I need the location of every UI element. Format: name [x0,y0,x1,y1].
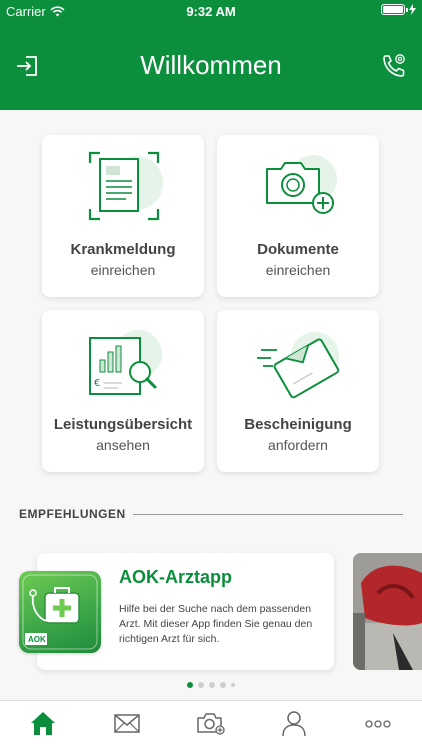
page-dot-active[interactable] [187,682,193,688]
tab-mail[interactable] [107,709,147,745]
page-dot[interactable] [209,682,215,688]
status-time: 9:32 AM [186,4,236,19]
card-subtitle: einreichen [90,262,156,278]
card-title: Bescheinigung [244,416,352,433]
certificate-request-icon [257,320,341,404]
more-icon [365,720,391,728]
contact-button[interactable] [380,52,408,80]
card-documents[interactable]: Dokumente einreichen [217,135,379,297]
tab-camera[interactable] [190,709,230,745]
tab-more[interactable] [358,709,398,745]
card-title: Krankmeldung [70,241,176,258]
mail-icon [114,714,140,733]
recommendation-card-next[interactable] [353,553,422,670]
status-bar: Carrier 9:32 AM [0,0,422,22]
phone-email-icon [383,54,405,77]
page-dot[interactable] [198,682,204,688]
card-certificate[interactable]: Bescheinigung anfordern [217,310,379,472]
recommendation-title: AOK-Arztapp [119,567,232,587]
tab-home[interactable] [23,709,63,745]
page-title: Willkommen [140,50,282,80]
svg-text:€: € [94,378,100,389]
charging-bolt-icon [409,4,416,15]
card-title: Leistungsübersicht [53,416,193,433]
report-search-icon: € [82,320,166,404]
card-subtitle: einreichen [265,262,331,278]
recommendation-description: Hilfe bei der Suche nach dem passenden A… [119,603,313,645]
recommendations-header: EMPFEHLUNGEN [19,507,403,523]
aok-logo-badge: AOK [28,635,46,644]
battery-indicator [381,4,416,15]
profile-icon [282,711,306,737]
home-icon [31,712,55,735]
camera-icon [197,713,225,735]
page-dot[interactable] [220,682,226,688]
app-header: Carrier 9:32 AM Willkommen [0,0,422,110]
card-benefits-overview[interactable]: € Leistungsübersicht ansehen [42,310,204,472]
tab-bar [0,700,422,750]
card-sick-note[interactable]: Krankmeldung einreichen [42,135,204,297]
battery-icon [381,4,408,15]
section-divider [133,514,403,515]
camera-add-icon [257,145,341,229]
tab-profile[interactable] [274,709,314,745]
card-subtitle: ansehen [96,437,150,453]
card-title: Dokumente [257,241,339,258]
carousel-pagination [0,682,422,688]
document-scan-icon [82,145,166,229]
card-subtitle: anfordern [268,437,328,453]
recommendation-photo [353,553,422,670]
app-icon[interactable]: AOK [19,571,101,653]
page-dot[interactable] [231,683,235,687]
section-title: EMPFEHLUNGEN [19,507,126,521]
